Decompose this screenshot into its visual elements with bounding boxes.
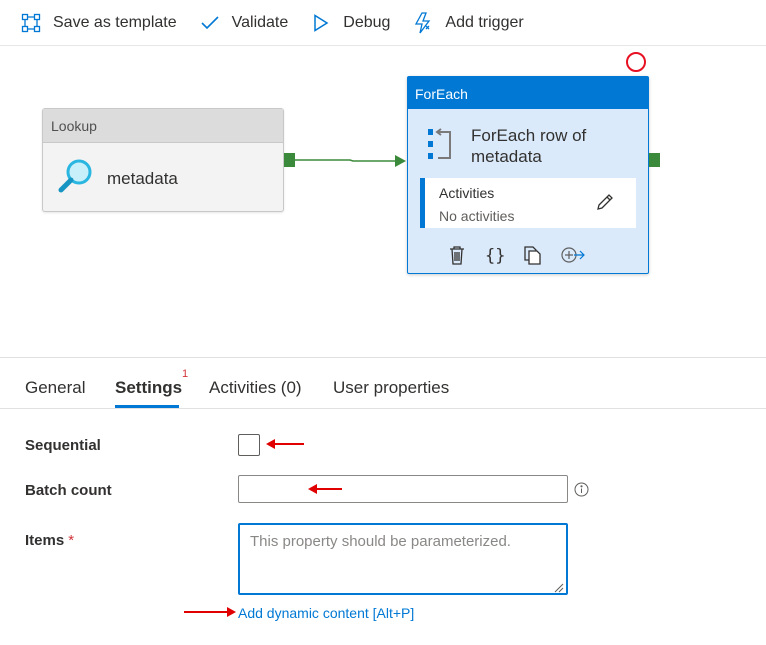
validate-button[interactable]: Validate [199, 12, 289, 34]
items-label: Items * [25, 532, 74, 549]
lookup-success-port[interactable] [284, 153, 295, 167]
lightning-icon [412, 11, 434, 34]
debug-label: Debug [343, 13, 391, 31]
foreach-success-port[interactable] [649, 153, 660, 167]
play-icon [310, 12, 332, 34]
success-connector[interactable] [295, 151, 407, 171]
resize-grip-icon[interactable] [553, 580, 564, 598]
add-trigger-label: Add trigger [445, 13, 524, 31]
save-as-template-label: Save as template [53, 13, 177, 31]
tab-user-properties[interactable]: User properties [333, 378, 449, 398]
tab-settings[interactable]: Settings [115, 378, 182, 398]
activities-value: No activities [439, 208, 515, 224]
foreach-node-header: ForEach [408, 77, 648, 109]
annotation-circle [626, 52, 646, 72]
batch-count-label: Batch count [25, 482, 112, 499]
lookup-activity-node[interactable]: Lookup metadata [42, 108, 284, 212]
checkmark-icon [199, 12, 221, 34]
active-tab-indicator [115, 405, 179, 408]
add-trigger-button[interactable]: Add trigger [412, 11, 524, 34]
sequential-label: Sequential [25, 437, 101, 454]
required-marker: * [68, 532, 75, 549]
foreach-loop-icon [426, 127, 456, 168]
code-braces-icon[interactable]: {} [484, 245, 504, 265]
items-label-text: Items [25, 532, 65, 549]
annotation-arrow-sequential [266, 439, 304, 449]
add-dynamic-content-link[interactable]: Add dynamic content [Alt+P] [238, 605, 414, 621]
svg-text:{}: {} [485, 246, 504, 265]
info-icon[interactable] [574, 482, 589, 502]
tab-general[interactable]: General [25, 378, 85, 398]
tab-activities[interactable]: Activities (0) [209, 378, 302, 398]
activities-label: Activities [439, 185, 495, 201]
trash-icon[interactable] [448, 245, 466, 265]
debug-button[interactable]: Debug [310, 12, 390, 34]
properties-tabs: General Settings 1 Activities (0) User p… [0, 359, 766, 409]
save-as-template-button[interactable]: Save as template [20, 12, 177, 34]
batch-count-input[interactable] [238, 475, 568, 503]
foreach-activity-node[interactable]: ForEach ForEach row of metadata Activiti… [407, 76, 649, 274]
validate-label: Validate [231, 13, 289, 31]
annotation-arrow-dynamic-content [184, 607, 236, 617]
toolbar: Save as template Validate Debug Add trig… [0, 0, 766, 46]
lookup-node-header: Lookup [43, 109, 283, 143]
lookup-node-name: metadata [107, 168, 178, 188]
inner-activities-panel[interactable]: Activities No activities [420, 178, 636, 228]
pipeline-canvas[interactable]: Lookup metadata ForEach ForEach row of m… [0, 46, 766, 358]
foreach-node-title: ForEach row of metadata [471, 126, 587, 166]
magnifier-icon [57, 157, 95, 200]
sequential-checkbox[interactable] [238, 434, 260, 456]
settings-error-badge: 1 [182, 368, 189, 380]
annotation-arrow-batch-count [308, 484, 342, 494]
items-textarea[interactable] [238, 523, 568, 595]
add-output-icon[interactable] [560, 246, 586, 264]
pencil-icon[interactable] [596, 193, 614, 216]
copy-icon[interactable] [522, 245, 542, 265]
template-icon [20, 12, 42, 34]
